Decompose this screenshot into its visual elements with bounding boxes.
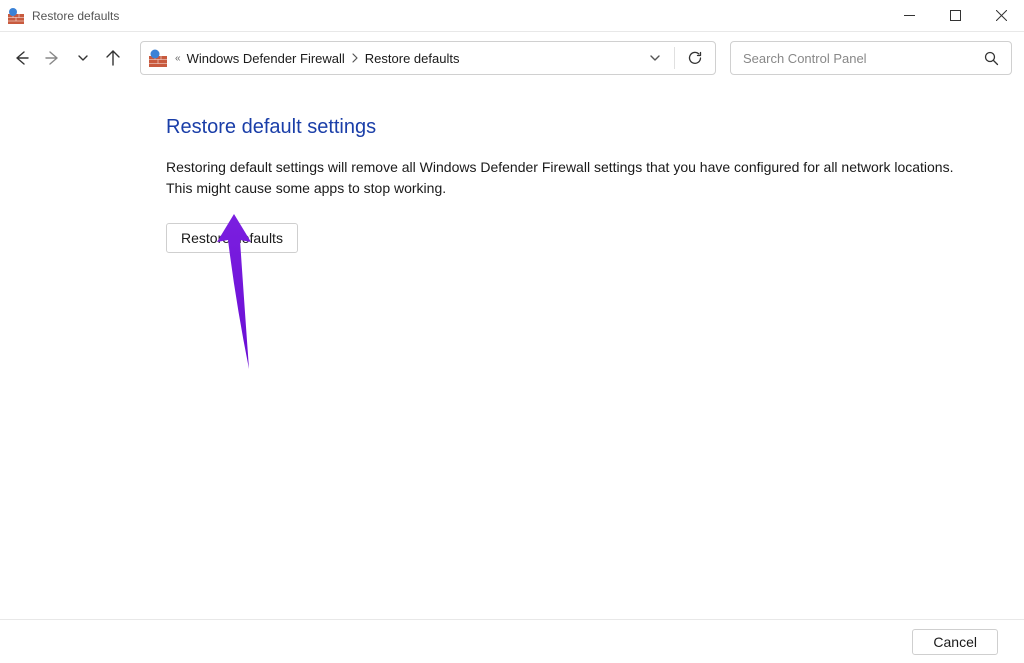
cancel-button[interactable]: Cancel [912, 629, 998, 655]
page-description: Restoring default settings will remove a… [166, 157, 976, 199]
arrow-up-icon [104, 49, 122, 67]
search-input[interactable] [743, 51, 984, 66]
up-button[interactable] [104, 49, 122, 67]
page-title: Restore default settings [166, 116, 1024, 139]
address-right-controls [648, 47, 707, 69]
arrow-left-icon [12, 49, 30, 67]
chevron-down-icon [76, 51, 90, 65]
main-content: Restore default settings Restoring defau… [0, 84, 1024, 619]
chevron-down-icon[interactable] [648, 51, 662, 65]
nav-arrows-group [12, 49, 122, 67]
restore-defaults-button[interactable]: Restore defaults [166, 223, 298, 253]
recent-locations-button[interactable] [76, 51, 90, 65]
breadcrumb-item-firewall[interactable]: Windows Defender Firewall [187, 51, 345, 66]
minimize-icon [904, 10, 915, 21]
titlebar: Restore defaults [0, 0, 1024, 32]
maximize-button[interactable] [932, 0, 978, 31]
address-bar[interactable]: « Windows Defender Firewall Restore defa… [140, 41, 716, 75]
breadcrumb: « Windows Defender Firewall Restore defa… [175, 51, 640, 66]
arrow-right-icon [44, 49, 62, 67]
search-icon[interactable] [984, 51, 999, 66]
maximize-icon [950, 10, 961, 21]
search-box[interactable] [730, 41, 1012, 75]
footer: Cancel [0, 619, 1024, 663]
chevron-right-icon [351, 53, 359, 63]
back-button[interactable] [12, 49, 30, 67]
forward-button[interactable] [44, 49, 62, 67]
toolbar: « Windows Defender Firewall Restore defa… [0, 32, 1024, 84]
separator [674, 47, 675, 69]
close-button[interactable] [978, 0, 1024, 31]
window-controls [886, 0, 1024, 31]
breadcrumb-prev-icon[interactable]: « [175, 53, 181, 64]
firewall-app-icon [8, 8, 24, 24]
window-title: Restore defaults [32, 9, 886, 23]
refresh-icon[interactable] [687, 50, 703, 66]
minimize-button[interactable] [886, 0, 932, 31]
close-icon [996, 10, 1007, 21]
breadcrumb-item-restore[interactable]: Restore defaults [365, 51, 460, 66]
firewall-path-icon [149, 49, 167, 67]
